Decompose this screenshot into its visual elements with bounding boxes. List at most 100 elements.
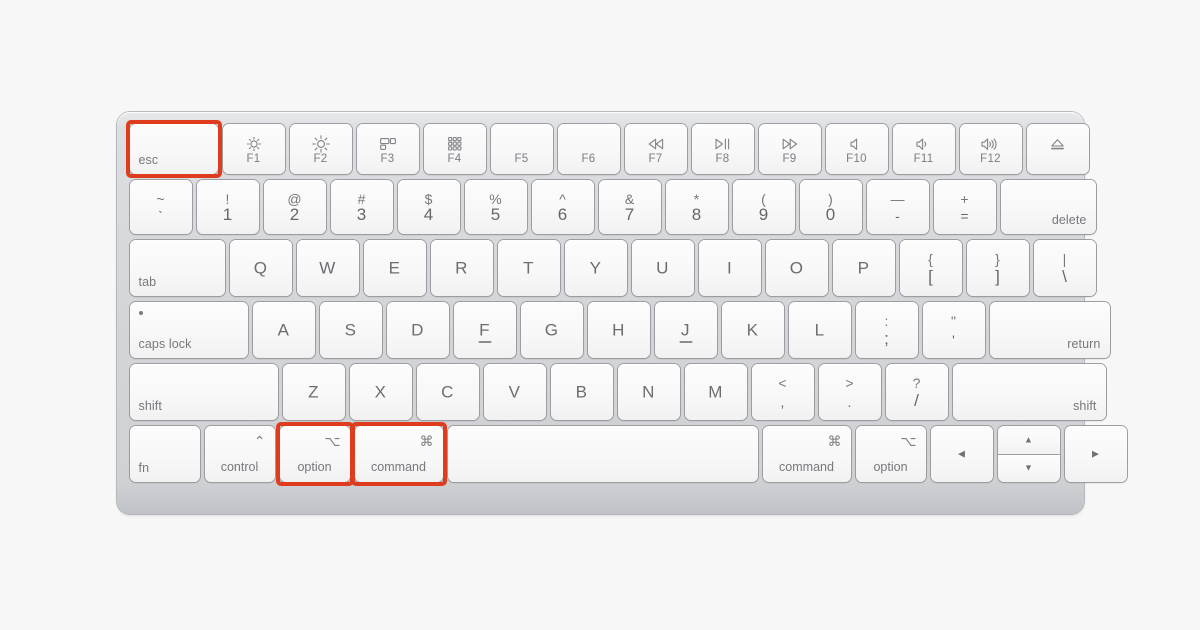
key-backslash[interactable]: | \	[1033, 240, 1096, 296]
key-control[interactable]: ⌃ control	[204, 426, 275, 482]
key-label: ;	[884, 329, 889, 348]
key-f6[interactable]: F6	[557, 124, 620, 174]
key-f12[interactable]: F12	[959, 124, 1022, 174]
key-semicolon[interactable]: :;	[855, 302, 918, 358]
key-h[interactable]: H	[587, 302, 650, 358]
key-label: F12	[980, 152, 1001, 165]
key-fn[interactable]: fn	[129, 426, 200, 482]
key-n[interactable]: N	[617, 364, 680, 420]
key-slash[interactable]: ? /	[885, 364, 948, 420]
key-delete[interactable]: delete	[1000, 180, 1096, 234]
key-e[interactable]: E	[363, 240, 426, 296]
key-shift-right[interactable]: shift	[952, 364, 1106, 420]
key-label: 7	[624, 205, 635, 224]
key-f9[interactable]: F9	[758, 124, 821, 174]
key-f4[interactable]: F4	[423, 124, 486, 174]
key-f7[interactable]: F7	[624, 124, 687, 174]
key-j[interactable]: J	[654, 302, 717, 358]
key-caps-lock[interactable]: caps lock	[129, 302, 248, 358]
key-z[interactable]: Z	[282, 364, 345, 420]
key-i[interactable]: I	[698, 240, 761, 296]
key-tab[interactable]: tab	[129, 240, 225, 296]
key-x[interactable]: X	[349, 364, 412, 420]
key-arrow-right[interactable]: ▶	[1064, 426, 1127, 482]
key-label-shifted: |	[1062, 251, 1067, 267]
key-arrow-left[interactable]: ◀	[930, 426, 993, 482]
key-label: F	[479, 320, 490, 340]
key-label: command	[371, 459, 426, 474]
key-k[interactable]: K	[721, 302, 784, 358]
key-option-right[interactable]: ⌥ option	[855, 426, 926, 482]
key-eight[interactable]: * 8	[665, 180, 728, 234]
homing-bar	[478, 341, 491, 343]
key-equals[interactable]: + =	[933, 180, 996, 234]
key-option-left[interactable]: ⌥ option	[279, 426, 350, 482]
key-arrow-updown[interactable]: ▲ ▼	[997, 426, 1060, 482]
key-command-left[interactable]: ⌘ command	[354, 426, 443, 482]
key-space[interactable]	[447, 426, 758, 482]
key-d[interactable]: D	[386, 302, 449, 358]
key-f11[interactable]: F11	[892, 124, 955, 174]
key-label: T	[523, 258, 534, 278]
key-six[interactable]: ^ 6	[531, 180, 594, 234]
key-label: `	[158, 208, 163, 224]
key-nine[interactable]: (9	[732, 180, 795, 234]
key-label: control	[220, 459, 259, 474]
key-label: =	[960, 208, 969, 224]
key-minus[interactable]: — -	[866, 180, 929, 234]
key-label: 3	[356, 205, 367, 224]
key-zero[interactable]: ) 0	[799, 180, 862, 234]
key-arrow-down[interactable]: ▼	[997, 454, 1060, 482]
key-label: X	[374, 382, 387, 402]
key-s[interactable]: S	[319, 302, 382, 358]
key-f[interactable]: F	[453, 302, 516, 358]
key-y[interactable]: Y	[564, 240, 627, 296]
key-c[interactable]: C	[416, 364, 479, 420]
key-return[interactable]: return	[989, 302, 1110, 358]
key-label-shifted: $	[424, 191, 433, 207]
key-arrow-up[interactable]: ▲	[997, 426, 1060, 454]
key-f1[interactable]: F1	[222, 124, 285, 174]
key-two[interactable]: @2	[263, 180, 326, 234]
key-label: [	[928, 267, 933, 286]
key-p[interactable]: P	[832, 240, 895, 296]
key-t[interactable]: T	[497, 240, 560, 296]
key-g[interactable]: G	[520, 302, 583, 358]
key-four[interactable]: $4	[397, 180, 460, 234]
key-esc[interactable]: esc	[129, 124, 218, 174]
key-v[interactable]: V	[483, 364, 546, 420]
key-seven[interactable]: & 7	[598, 180, 661, 234]
key-bracket-left[interactable]: {[	[899, 240, 962, 296]
key-label-shifted: >	[845, 375, 854, 391]
key-l[interactable]: L	[788, 302, 851, 358]
key-o[interactable]: O	[765, 240, 828, 296]
key-eject[interactable]	[1026, 124, 1089, 174]
key-f10[interactable]: F10	[825, 124, 888, 174]
key-f2[interactable]: F2	[289, 124, 352, 174]
key-label: .	[847, 394, 852, 410]
key-shift-left[interactable]: shift	[129, 364, 278, 420]
key-m[interactable]: M	[684, 364, 747, 420]
key-w[interactable]: W	[296, 240, 359, 296]
key-period[interactable]: >.	[818, 364, 881, 420]
keyboard-row-bottom: fn ⌃ control ⌥ option ⌘ command ⌘ command ⌥ option…	[127, 423, 1127, 485]
key-label: Q	[253, 258, 268, 278]
key-five[interactable]: % 5	[464, 180, 527, 234]
key-backtick[interactable]: ~ `	[129, 180, 192, 234]
key-label: 2	[289, 205, 300, 224]
key-quote[interactable]: " '	[922, 302, 985, 358]
key-u[interactable]: U	[631, 240, 694, 296]
key-one[interactable]: ! 1	[196, 180, 259, 234]
key-three[interactable]: #3	[330, 180, 393, 234]
key-command-right[interactable]: ⌘ command	[762, 426, 851, 482]
key-r[interactable]: R	[430, 240, 493, 296]
key-b[interactable]: B	[550, 364, 613, 420]
key-f8[interactable]: F8	[691, 124, 754, 174]
key-comma[interactable]: <,	[751, 364, 814, 420]
key-q[interactable]: Q	[229, 240, 292, 296]
key-label: fn	[138, 460, 150, 475]
key-f3[interactable]: F3	[356, 124, 419, 174]
key-f5[interactable]: F5	[490, 124, 553, 174]
key-bracket-right[interactable]: }]	[966, 240, 1029, 296]
key-a[interactable]: A	[252, 302, 315, 358]
